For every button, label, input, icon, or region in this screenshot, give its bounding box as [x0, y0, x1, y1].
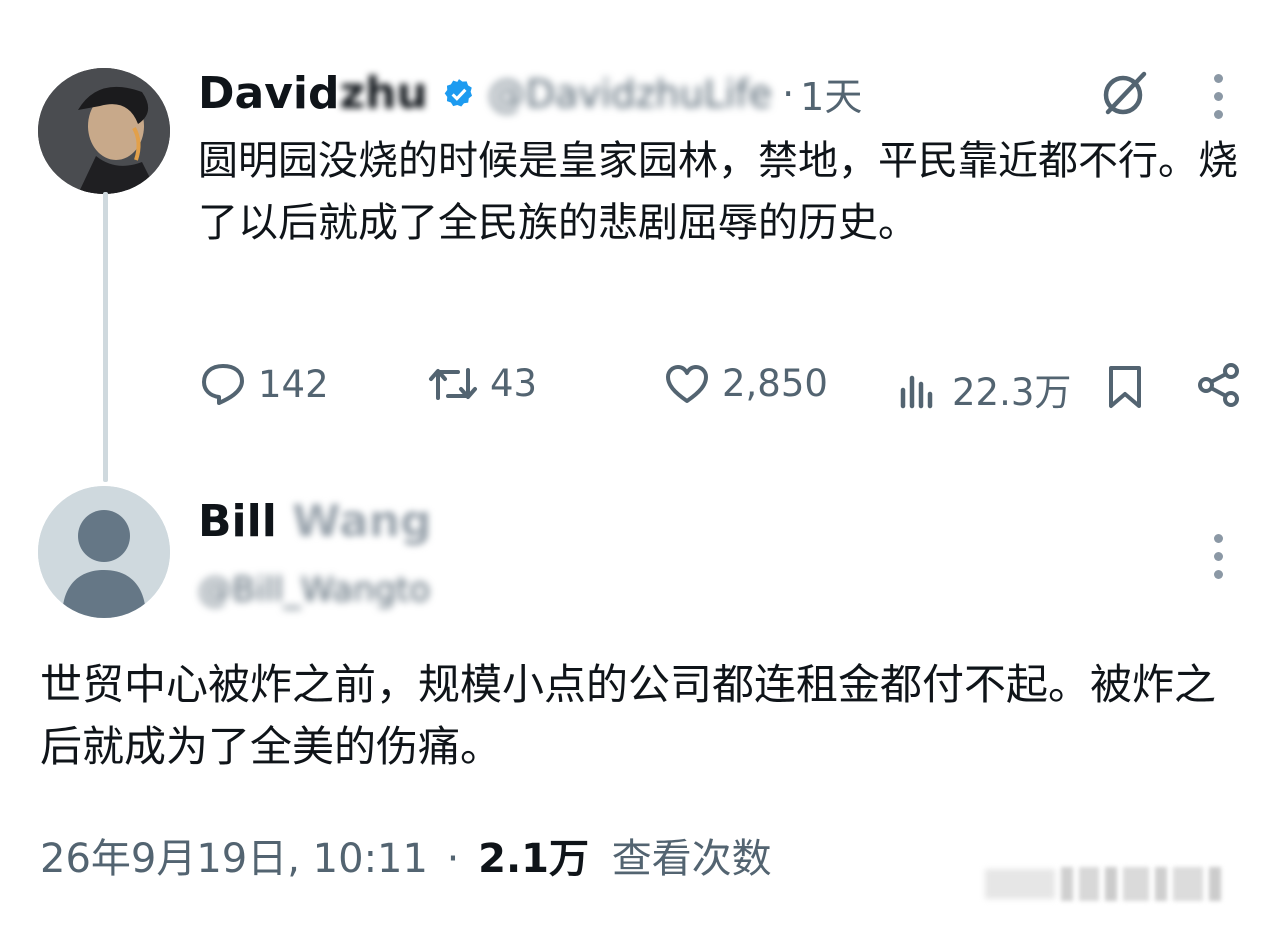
- default-avatar-icon: [38, 486, 170, 618]
- repost-count: 43: [490, 362, 538, 405]
- like-count: 2,850: [722, 362, 828, 405]
- tweet-time[interactable]: 1天: [800, 66, 862, 121]
- meta-separator: ·: [446, 836, 460, 882]
- watermark-logo: [985, 862, 1255, 906]
- share-icon: [1198, 363, 1239, 407]
- reply-icon: [202, 364, 244, 405]
- author-name-blurred: zhu: [339, 68, 428, 119]
- author-avatar[interactable]: [38, 68, 170, 194]
- reply-author-name-visible: Bill: [198, 496, 277, 547]
- grok-icon[interactable]: [1098, 68, 1150, 120]
- reply-views-label: 查看次数: [611, 836, 772, 882]
- repost-button[interactable]: 43: [428, 362, 537, 405]
- time-separator: ·: [782, 71, 795, 116]
- verified-badge-icon: [442, 77, 476, 111]
- reply-meta: 26年9月19日, 10:11 · 2.1万 查看次数: [40, 826, 772, 884]
- tweet-text: 圆明园没烧的时候是皇家园林，禁地，平民靠近都不行。烧了以后就成了全民族的悲剧屈辱…: [198, 138, 1238, 246]
- repost-icon: [429, 367, 477, 400]
- reply-button[interactable]: 142: [200, 362, 329, 406]
- reply-author-avatar[interactable]: [38, 486, 170, 618]
- bookmark-icon: [1109, 366, 1141, 408]
- like-icon: [666, 364, 708, 403]
- views-count: 22.3万: [952, 371, 1072, 414]
- reply-more-icon[interactable]: [1212, 534, 1224, 579]
- author-handle[interactable]: @DavidzhuLife: [488, 72, 772, 116]
- reply-date[interactable]: 26年9月19日, 10:11: [40, 836, 428, 882]
- author-avatar-image: [38, 68, 170, 194]
- thread-connector-line: [103, 192, 108, 482]
- reply-author-name-blurred: Wang: [292, 496, 432, 547]
- like-button[interactable]: 2,850: [664, 362, 828, 405]
- more-icon[interactable]: [1212, 74, 1224, 119]
- reply-author-name[interactable]: Bill Wang: [198, 496, 432, 547]
- tweet-header: Davidzhu @DavidzhuLife · 1天: [198, 66, 862, 121]
- author-name[interactable]: Davidzhu: [198, 68, 428, 119]
- bookmark-button[interactable]: [1106, 364, 1144, 414]
- views-icon: [900, 375, 933, 409]
- views-button[interactable]: 22.3万: [898, 362, 1071, 416]
- author-name-visible: David: [198, 68, 340, 119]
- reply-count: 142: [258, 362, 329, 406]
- reply-author-handle[interactable]: @Bill_Wangto: [198, 570, 430, 610]
- reply-text: 世贸中心被炸之前，规模小点的公司都连租金都付不起。被炸之后就成为了全美的伤痛。: [40, 660, 1217, 771]
- share-button[interactable]: [1196, 362, 1242, 412]
- reply-views-count: 2.1万: [478, 836, 589, 882]
